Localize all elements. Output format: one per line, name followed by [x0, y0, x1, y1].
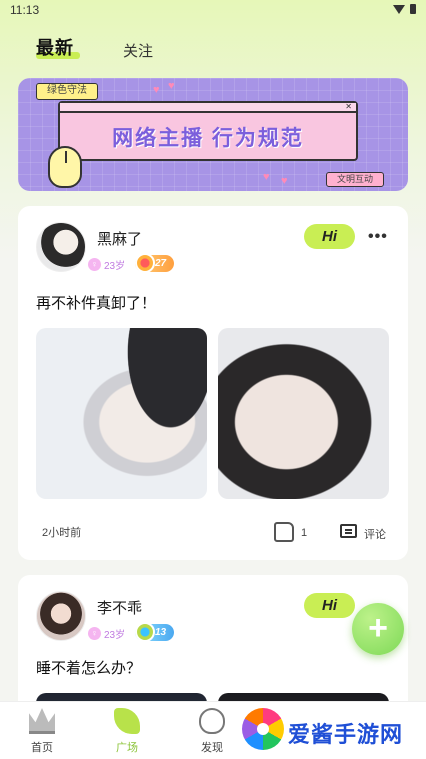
level-label: 27: [155, 258, 167, 269]
mouse-icon: [48, 146, 82, 188]
level-badge: 13: [135, 622, 175, 642]
level-icon: [135, 622, 155, 642]
banner-subtag: 文明互动: [325, 172, 384, 187]
status-icons: [393, 4, 416, 14]
nav-item-square[interactable]: 广场: [97, 708, 157, 755]
banner-tag: 绿色守法: [36, 83, 98, 100]
status-bar: 11:13: [0, 0, 426, 20]
post-image[interactable]: [36, 328, 207, 499]
post-card[interactable]: 黑麻了 ♀ 23岁 27 Hi ••• 再不补件真卸了！ 2小时前 1 评论: [18, 206, 408, 560]
more-icon[interactable]: •••: [368, 228, 388, 246]
heart-icon: ♥: [263, 171, 270, 183]
age-badge: ♀ 23岁: [88, 256, 125, 272]
post-text: 睡不着怎么办？: [36, 660, 142, 677]
battery-icon: [410, 4, 416, 14]
hi-button[interactable]: Hi: [304, 224, 355, 249]
username[interactable]: 李不乖: [97, 597, 142, 618]
comment-button[interactable]: 评论: [364, 526, 386, 542]
female-icon: ♀: [88, 257, 101, 271]
banner-window-bar: ✕: [60, 102, 356, 113]
heart-icon: ♥: [168, 80, 175, 92]
feed-tabs: 最新 关注: [0, 34, 426, 64]
leaf-icon: [114, 708, 140, 734]
close-icon: ✕: [345, 102, 352, 111]
crown-icon: [29, 708, 55, 734]
avatar[interactable]: [36, 591, 86, 641]
heart-icon: ♥: [153, 84, 160, 96]
status-time: 11:13: [10, 3, 40, 17]
promo-banner[interactable]: 绿色守法 ♥ ♥ ✕ 网络主播 行为规范 ♥ ♥ 文明互动: [18, 78, 408, 191]
add-post-button[interactable]: +: [352, 603, 404, 655]
age-label: 23岁: [104, 629, 126, 641]
level-badge: 27: [135, 253, 175, 273]
avatar[interactable]: [36, 222, 86, 272]
post-text: 再不补件真卸了！: [36, 295, 157, 312]
nav-item-discover[interactable]: 发现: [182, 708, 242, 755]
post-image[interactable]: [218, 328, 389, 499]
post-time: 2小时前: [42, 527, 82, 539]
pinwheel-logo-icon: [242, 708, 284, 750]
comment-icon[interactable]: [340, 524, 357, 538]
like-count: 1: [301, 527, 308, 539]
nav-label: 发现: [201, 742, 223, 754]
level-label: 13: [155, 627, 167, 638]
tab-latest[interactable]: 最新: [36, 34, 74, 60]
username[interactable]: 黑麻了: [97, 228, 142, 249]
age-badge: ♀ 23岁: [88, 625, 125, 641]
level-icon: [135, 253, 155, 273]
wifi-icon: [393, 4, 405, 14]
female-icon: ♀: [88, 626, 101, 640]
thumbs-up-icon[interactable]: [274, 522, 294, 542]
watermark-text: 爱酱手游网: [288, 722, 404, 747]
nav-label: 首页: [31, 742, 53, 754]
nav-item-home[interactable]: 首页: [12, 708, 72, 755]
age-label: 23岁: [104, 260, 126, 272]
watermark: 爱酱手游网: [238, 706, 426, 756]
tab-follow[interactable]: 关注: [123, 40, 153, 61]
banner-title: 网络主播 行为规范: [112, 127, 304, 150]
heart-pulse-icon: [199, 708, 225, 734]
banner-window: ✕ 网络主播 行为规范: [58, 101, 358, 161]
heart-icon: ♥: [281, 175, 288, 187]
nav-label: 广场: [116, 742, 138, 754]
hi-button[interactable]: Hi: [304, 593, 355, 618]
